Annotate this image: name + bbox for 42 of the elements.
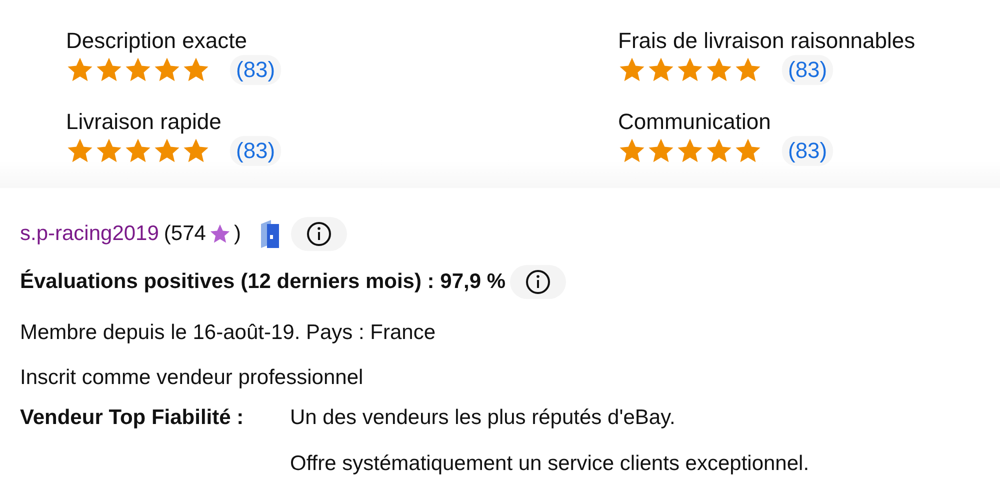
- rating-label: Frais de livraison raisonnables: [618, 28, 916, 54]
- star-icon: [124, 56, 152, 84]
- star-icon: [647, 56, 675, 84]
- top-rated-text: Un des vendeurs les plus réputés d'eBay.: [290, 406, 676, 430]
- positive-feedback: Évaluations positives (12 derniers mois) : 97,9 %: [20, 270, 506, 294]
- info-button[interactable]: [290, 217, 347, 251]
- seller-name-link[interactable]: s.p-racing2019: [20, 222, 159, 246]
- member-since: Membre depuis le 16-août-19. Pays : France: [20, 320, 436, 344]
- star-icon: [676, 56, 704, 84]
- star-icon: [66, 137, 94, 165]
- top-rated-label: Vendeur Top Fiabilité :: [20, 406, 245, 430]
- star-icon: [153, 137, 181, 165]
- feedback-score: ): [234, 222, 241, 246]
- rating-label: Description exacte: [66, 28, 248, 54]
- info-button[interactable]: [510, 265, 566, 299]
- star-icon: [208, 223, 231, 245]
- seller-type: Inscrit comme vendeur professionnel: [20, 366, 364, 390]
- star-icon: [66, 56, 94, 84]
- feedback-score: (574: [164, 222, 206, 246]
- rating-count-link[interactable]: (83): [782, 136, 834, 166]
- rating-count-link[interactable]: (83): [230, 55, 282, 85]
- star-icon: [676, 137, 704, 165]
- rating-count-link[interactable]: (83): [230, 136, 282, 166]
- star-icon: [647, 137, 675, 165]
- star-icon: [734, 56, 762, 84]
- top-rated-text: Offre systématiquement un service clients exceptionnel.: [290, 452, 810, 476]
- star-icon: [618, 137, 646, 165]
- rating-label: Communication: [618, 109, 772, 135]
- star-icon: [705, 137, 733, 165]
- star-icon: [124, 137, 152, 165]
- rating-label: Livraison rapide: [66, 109, 222, 135]
- info-icon: [524, 269, 551, 295]
- star-icon: [95, 137, 123, 165]
- rating-count-link[interactable]: (83): [782, 55, 834, 85]
- info-icon: [306, 221, 332, 247]
- star-icon: [618, 56, 646, 84]
- star-icon: [182, 56, 210, 84]
- star-icon: [182, 137, 210, 165]
- star-icon: [153, 56, 181, 84]
- star-icon: [95, 56, 123, 84]
- star-icon: [734, 137, 762, 165]
- star-icon: [705, 56, 733, 84]
